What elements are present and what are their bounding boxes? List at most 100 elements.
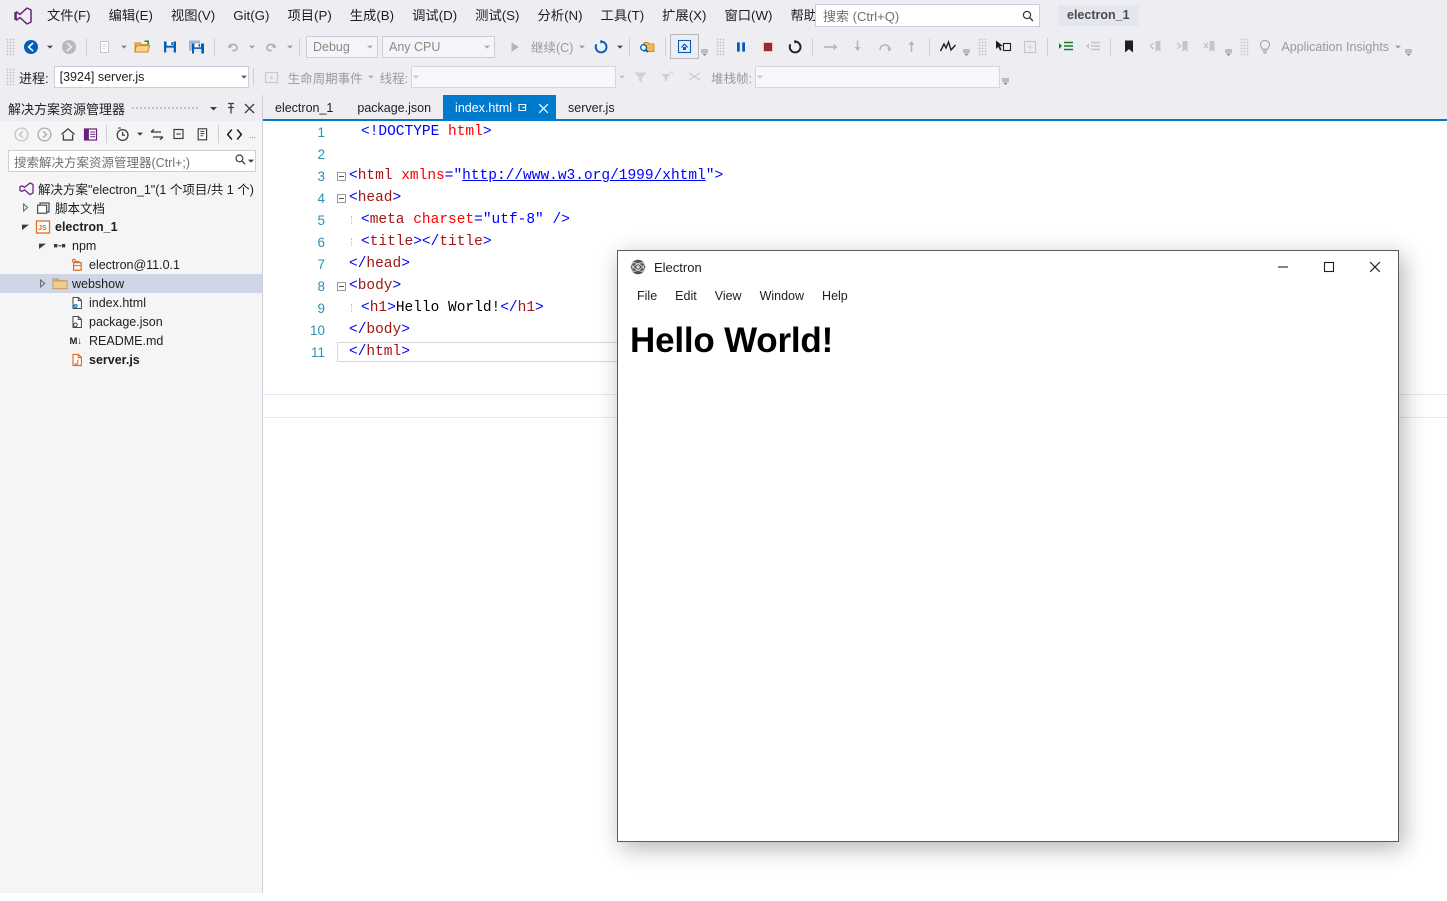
tab-electron-1[interactable]: electron_1 xyxy=(263,95,346,121)
show-all-files-icon[interactable] xyxy=(191,123,214,145)
menu-project[interactable]: 项目(P) xyxy=(278,0,340,32)
next-bookmark-button[interactable] xyxy=(1169,35,1196,58)
menu-edit[interactable]: 编辑(E) xyxy=(100,0,162,32)
view-code-icon[interactable] xyxy=(223,123,246,145)
chevron-down-icon[interactable] xyxy=(17,217,33,236)
lifecycle-events-icon[interactable] xyxy=(258,66,285,89)
thread-combo[interactable] xyxy=(411,66,617,88)
bookmark-overflow[interactable] xyxy=(1223,34,1234,60)
process-combo[interactable]: [3924] server.js xyxy=(53,66,249,88)
minimize-icon[interactable] xyxy=(1260,252,1306,283)
lightbulb-icon[interactable] xyxy=(1251,35,1278,58)
tree-item-server-js[interactable]: server.js xyxy=(0,350,262,369)
electron-menu-view[interactable]: View xyxy=(706,285,751,307)
tree-item-package-json[interactable]: package.json xyxy=(0,312,262,331)
live-share-overflow[interactable] xyxy=(699,34,710,60)
pending-changes-dropdown[interactable] xyxy=(134,123,145,146)
back-icon[interactable] xyxy=(10,123,33,145)
flatten-stack-icon[interactable] xyxy=(681,66,708,89)
solution-explorer-search-input[interactable]: 搜索解决方案资源管理器(Ctrl+;) xyxy=(9,152,234,171)
restart-debugging-button[interactable] xyxy=(781,35,808,58)
menu-build[interactable]: 生成(B) xyxy=(341,0,403,32)
tree-item-npm[interactable]: npm xyxy=(0,236,262,255)
fold-toggle-head[interactable] xyxy=(335,193,347,203)
pin-icon[interactable] xyxy=(514,98,532,118)
electron-menu-help[interactable]: Help xyxy=(813,285,857,307)
undo-button[interactable] xyxy=(219,35,246,58)
toolbar-grip[interactable] xyxy=(978,37,988,56)
increase-indent-button[interactable] xyxy=(1052,35,1079,58)
new-item-button[interactable] xyxy=(91,35,118,58)
solution-explorer-toolbar-overflow[interactable]: ⋯ xyxy=(248,121,259,147)
tree-item-readme-md[interactable]: M↓ README.md xyxy=(0,331,262,350)
collapse-all-icon[interactable] xyxy=(168,123,191,145)
menu-tools[interactable]: 工具(T) xyxy=(592,0,654,32)
menu-analyze[interactable]: 分析(N) xyxy=(528,0,591,32)
close-icon[interactable] xyxy=(240,97,258,119)
stackframe-combo[interactable] xyxy=(755,66,1001,88)
toolbar-grip[interactable] xyxy=(1240,37,1250,56)
menu-view[interactable]: 视图(V) xyxy=(162,0,224,32)
diagnostic-tools-button[interactable] xyxy=(934,35,961,58)
toolbar-grip[interactable] xyxy=(6,37,15,56)
menu-debug[interactable]: 调试(D) xyxy=(403,0,466,32)
menu-window[interactable]: 窗口(W) xyxy=(715,0,781,32)
home-icon[interactable] xyxy=(56,123,79,145)
restart-button[interactable] xyxy=(587,35,614,58)
electron-menu-edit[interactable]: Edit xyxy=(666,285,706,307)
redo-button[interactable] xyxy=(257,35,284,58)
undo-dropdown[interactable] xyxy=(246,35,257,58)
decrease-indent-button[interactable] xyxy=(1079,35,1106,58)
pending-changes-icon[interactable] xyxy=(111,123,134,145)
menu-git[interactable]: Git(G) xyxy=(224,0,278,32)
menu-test[interactable]: 测试(S) xyxy=(466,0,528,32)
find-in-files-button[interactable] xyxy=(634,35,661,58)
toggle-bookmark-button[interactable] xyxy=(1115,35,1142,58)
thread-overflow[interactable] xyxy=(616,66,627,89)
save-all-button[interactable] xyxy=(183,35,210,58)
solution-platform-combo[interactable]: Any CPU xyxy=(382,35,495,58)
forward-icon[interactable] xyxy=(33,123,56,145)
select-element-button[interactable] xyxy=(989,35,1016,58)
navigate-backward-button[interactable] xyxy=(17,35,44,58)
solution-configuration-combo[interactable]: Debug xyxy=(306,35,378,58)
debug-toolbar-overflow[interactable] xyxy=(1000,63,1011,91)
tree-item-webshow[interactable]: webshow xyxy=(0,274,262,293)
filter-clear-icon[interactable] xyxy=(654,66,681,89)
tree-item-script-documents[interactable]: 脚本文档 xyxy=(0,198,262,217)
new-item-dropdown[interactable] xyxy=(118,35,129,58)
chevron-right-icon[interactable] xyxy=(34,274,50,293)
step-into-button[interactable] xyxy=(844,35,871,58)
break-all-button[interactable] xyxy=(727,35,754,58)
tree-item-electron-1[interactable]: JS electron_1 xyxy=(0,217,262,236)
tab-server-js[interactable]: server.js xyxy=(556,95,627,121)
navigate-forward-button[interactable] xyxy=(55,35,82,58)
tree-item-index-html[interactable]: index.html xyxy=(0,293,262,312)
panel-menu-button[interactable] xyxy=(204,97,222,119)
open-file-button[interactable] xyxy=(129,35,156,58)
restart-dropdown[interactable] xyxy=(614,35,625,58)
close-icon[interactable] xyxy=(1352,252,1398,283)
panel-drag-dots[interactable] xyxy=(131,102,198,114)
chevron-down-icon[interactable] xyxy=(34,236,50,255)
tab-index-html[interactable]: index.html xyxy=(443,95,557,121)
global-search-input[interactable]: 搜索 (Ctrl+Q) xyxy=(816,6,1017,25)
tree-item-electron-package[interactable]: electron@11.0.1 xyxy=(0,255,262,274)
global-search-box[interactable]: 搜索 (Ctrl+Q) xyxy=(815,4,1040,27)
tree-item-solution[interactable]: 解决方案"electron_1"(1 个项目/共 1 个) xyxy=(0,179,262,198)
chevron-right-icon[interactable] xyxy=(17,198,33,217)
insights-overflow[interactable] xyxy=(1403,34,1414,60)
application-insights-dropdown[interactable] xyxy=(1392,35,1403,58)
refresh-browser-button[interactable] xyxy=(1016,35,1043,58)
tab-package-json[interactable]: package.json xyxy=(345,95,444,121)
redo-dropdown[interactable] xyxy=(284,35,295,58)
electron-menu-file[interactable]: File xyxy=(628,285,666,307)
lifecycle-events-dropdown[interactable] xyxy=(366,66,377,89)
menu-file[interactable]: 文件(F) xyxy=(38,0,100,32)
clear-bookmarks-button[interactable] xyxy=(1196,35,1223,58)
navigate-backward-dropdown[interactable] xyxy=(44,35,55,58)
fold-toggle-html[interactable] xyxy=(335,171,347,181)
diagnostic-overflow[interactable] xyxy=(961,34,972,60)
step-over-button[interactable] xyxy=(871,35,898,58)
toolbar-grip[interactable] xyxy=(6,68,15,86)
